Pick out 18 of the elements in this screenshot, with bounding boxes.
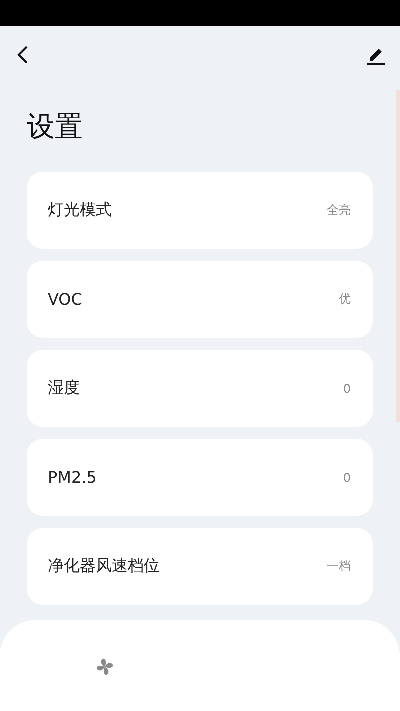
setting-label: 湿度 — [48, 378, 80, 399]
setting-row[interactable]: VOC 优 — [27, 261, 373, 338]
page-title: 设置 — [26, 109, 84, 145]
setting-value: 0 — [343, 470, 351, 484]
setting-row[interactable]: 湿度 0 — [27, 350, 373, 427]
setting-value: 一档 — [327, 558, 351, 575]
setting-label: VOC — [48, 290, 82, 309]
setting-row[interactable]: 灯光模式 全亮 — [27, 172, 373, 249]
setting-value: 全亮 — [327, 202, 351, 219]
setting-label: 净化器风速档位 — [48, 556, 160, 577]
setting-value: 0 — [343, 382, 351, 396]
setting-value: 优 — [339, 291, 351, 308]
setting-label: 灯光模式 — [48, 200, 112, 221]
fan-icon[interactable] — [95, 657, 115, 677]
setting-row[interactable]: PM2.5 0 — [27, 439, 373, 516]
back-icon[interactable] — [17, 45, 29, 65]
setting-row[interactable]: 净化器风速档位 一档 — [27, 528, 373, 605]
setting-label: PM2.5 — [48, 468, 97, 487]
